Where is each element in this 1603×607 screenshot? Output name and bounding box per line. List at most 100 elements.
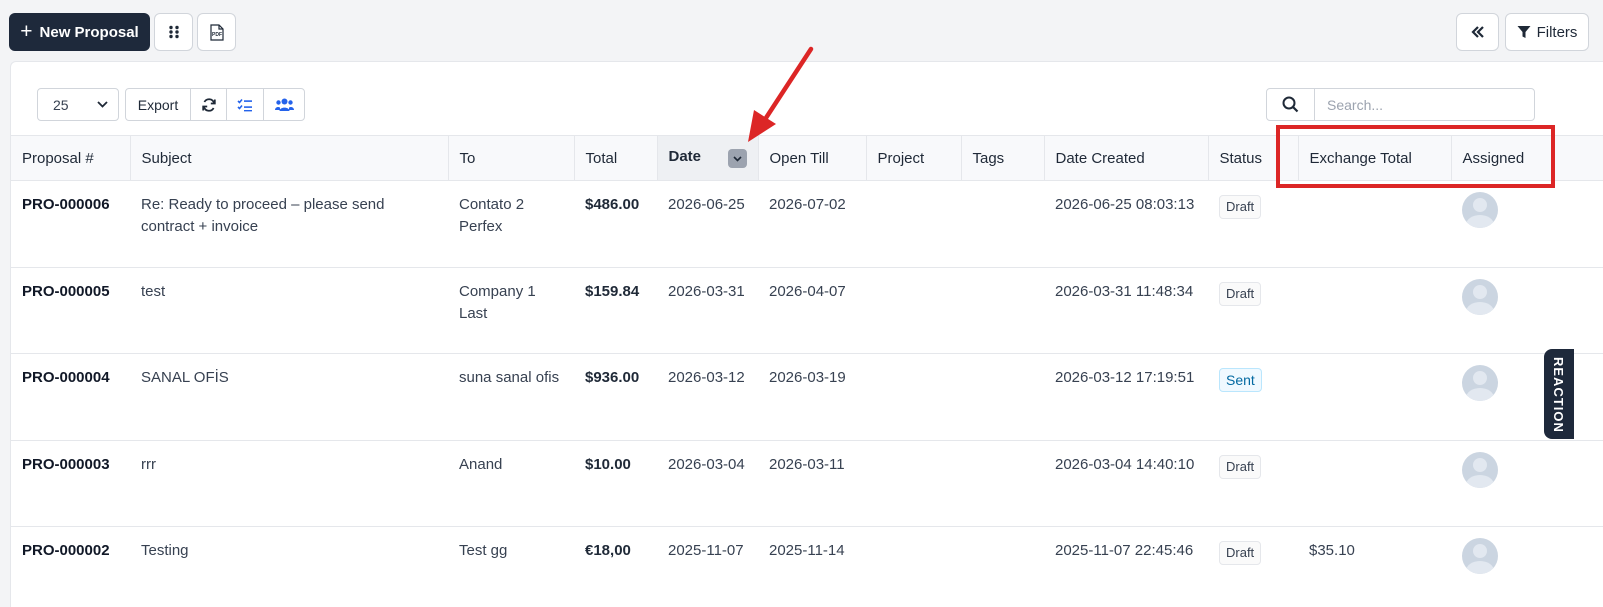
date-cell: 2026-03-04 (668, 455, 745, 473)
column-header-assigned[interactable]: Assigned (1451, 135, 1603, 181)
total-cell: $10.00 (585, 455, 631, 473)
avatar[interactable] (1462, 365, 1498, 401)
column-header-date-created[interactable]: Date Created (1044, 135, 1209, 181)
sort-descending-icon[interactable] (727, 149, 747, 168)
column-header-tags[interactable]: Tags (961, 135, 1045, 181)
date-cell: 2026-03-31 (668, 282, 745, 300)
filters-button[interactable]: Filters (1505, 13, 1589, 51)
project-cell (866, 181, 961, 268)
page-size-select[interactable]: 25 (37, 88, 119, 121)
column-header-status[interactable]: Status (1208, 135, 1299, 181)
open-till-cell: 2026-03-19 (769, 369, 846, 386)
checklist-icon (237, 98, 252, 111)
subject-link[interactable]: Testing (130, 527, 448, 607)
project-cell (866, 354, 961, 441)
column-header-subject[interactable]: Subject (130, 135, 449, 181)
search-icon[interactable] (1267, 89, 1315, 120)
date-cell: 2026-06-25 (668, 196, 745, 213)
bulk-actions-button[interactable] (227, 89, 264, 120)
column-header-to[interactable]: To (448, 135, 575, 181)
subject-link[interactable]: rrr (130, 440, 448, 527)
assigned-cell (1451, 181, 1603, 268)
project-cell (866, 527, 961, 607)
status-badge: Draft (1219, 454, 1262, 479)
top-toolbar: + New Proposal PDF Filters (9, 13, 1589, 51)
exchange-total-cell (1298, 181, 1451, 268)
date-created-cell: 2026-06-25 08:03:13 (1055, 196, 1195, 213)
column-header-open-till[interactable]: Open Till (758, 135, 867, 181)
avatar[interactable] (1462, 538, 1498, 574)
status-cell: Draft (1208, 440, 1298, 527)
new-proposal-label: New Proposal (39, 23, 139, 41)
export-label: Export (137, 96, 179, 113)
open-till-cell: 2026-04-07 (769, 282, 846, 300)
column-header-date[interactable]: Date (657, 135, 759, 181)
recipient-link[interactable]: Contato 2 Perfex (448, 181, 574, 268)
table-row[interactable]: PRO-000004 SANAL OFİS suna sanal ofis $9… (11, 354, 1603, 441)
proposal-number-link[interactable]: PRO-000002 (11, 527, 130, 607)
reaction-side-tab[interactable]: REACTION (1544, 349, 1574, 439)
recipient-link[interactable]: Test gg (448, 527, 574, 607)
proposal-number-link[interactable]: PRO-000004 (11, 354, 130, 441)
proposal-number-link[interactable]: PRO-000005 (11, 267, 130, 354)
subject-link[interactable]: Re: Ready to proceed – please send contr… (130, 181, 448, 268)
proposals-card: 25 Export Search... Proposal # Subject T… (10, 61, 1603, 607)
column-header-total[interactable]: Total (574, 135, 658, 181)
date-created-cell: 2026-03-04 14:40:10 (1055, 455, 1195, 473)
grid-dots-icon (168, 25, 179, 39)
table-row[interactable]: PRO-000002 Testing Test gg €18,00 2025-1… (11, 527, 1603, 607)
search-input[interactable] (1315, 89, 1534, 120)
date-cell: 2026-03-12 (668, 369, 745, 386)
table-actions-group: Export (125, 88, 305, 121)
pdf-label: PDF (212, 32, 222, 38)
subject-link[interactable]: SANAL OFİS (130, 354, 448, 441)
pdf-button[interactable]: PDF (197, 13, 236, 51)
filters-label: Filters (1536, 23, 1578, 41)
recipient-link[interactable]: suna sanal ofis (448, 354, 574, 441)
proposal-number-link[interactable]: PRO-000006 (11, 181, 130, 268)
side-tab-label: REACTION (1551, 357, 1566, 433)
recipient-link[interactable]: Anand (448, 440, 574, 527)
reload-button[interactable] (191, 89, 227, 120)
exchange-total-cell (1298, 440, 1451, 527)
proposal-number-link[interactable]: PRO-000003 (11, 440, 130, 527)
status-cell: Draft (1208, 267, 1298, 354)
tags-cell (961, 527, 1044, 607)
table-row[interactable]: PRO-000005 test Company 1 Last $159.84 2… (11, 267, 1603, 354)
avatar[interactable] (1462, 278, 1498, 315)
recipient-link[interactable]: Company 1 Last (448, 267, 574, 354)
chevron-down-icon (97, 101, 108, 108)
assign-staff-button[interactable] (264, 89, 304, 120)
date-created-cell: 2026-03-12 17:19:51 (1055, 369, 1195, 386)
grid-view-button[interactable] (154, 13, 193, 51)
proposals-table: Proposal # Subject To Total Date Open Ti… (11, 135, 1603, 607)
tags-cell (961, 267, 1044, 354)
tags-cell (961, 440, 1044, 527)
date-cell: 2025-11-07 (668, 542, 744, 559)
collapse-panel-button[interactable] (1456, 13, 1499, 51)
page-size-value: 25 (53, 96, 69, 113)
column-header-proposal-number[interactable]: Proposal # (11, 135, 131, 181)
table-controls: 25 Export (37, 88, 305, 121)
total-cell: $936.00 (585, 369, 640, 386)
exchange-total-cell (1298, 267, 1451, 354)
avatar[interactable] (1462, 192, 1498, 228)
status-cell: Draft (1208, 181, 1298, 268)
status-badge: Draft (1219, 195, 1262, 219)
tags-cell (961, 354, 1044, 441)
column-header-project[interactable]: Project (866, 135, 962, 181)
subject-link[interactable]: test (130, 267, 448, 354)
exchange-total-cell (1298, 354, 1451, 441)
assigned-cell (1451, 354, 1603, 441)
avatar[interactable] (1462, 451, 1498, 488)
export-button[interactable]: Export (126, 89, 191, 120)
new-proposal-button[interactable]: + New Proposal (9, 13, 150, 51)
date-created-cell: 2025-11-07 22:45:46 (1055, 542, 1194, 559)
exchange-total-cell: $35.10 (1309, 542, 1355, 559)
table-row[interactable]: PRO-000006 Re: Ready to proceed – please… (11, 181, 1603, 268)
column-header-exchange-total[interactable]: Exchange Total (1298, 135, 1452, 181)
total-cell: $159.84 (585, 282, 640, 300)
assigned-cell (1451, 267, 1603, 354)
table-row[interactable]: PRO-000003 rrr Anand $10.00 2026-03-04 2… (11, 440, 1603, 527)
double-chevron-left-icon (1470, 26, 1484, 38)
